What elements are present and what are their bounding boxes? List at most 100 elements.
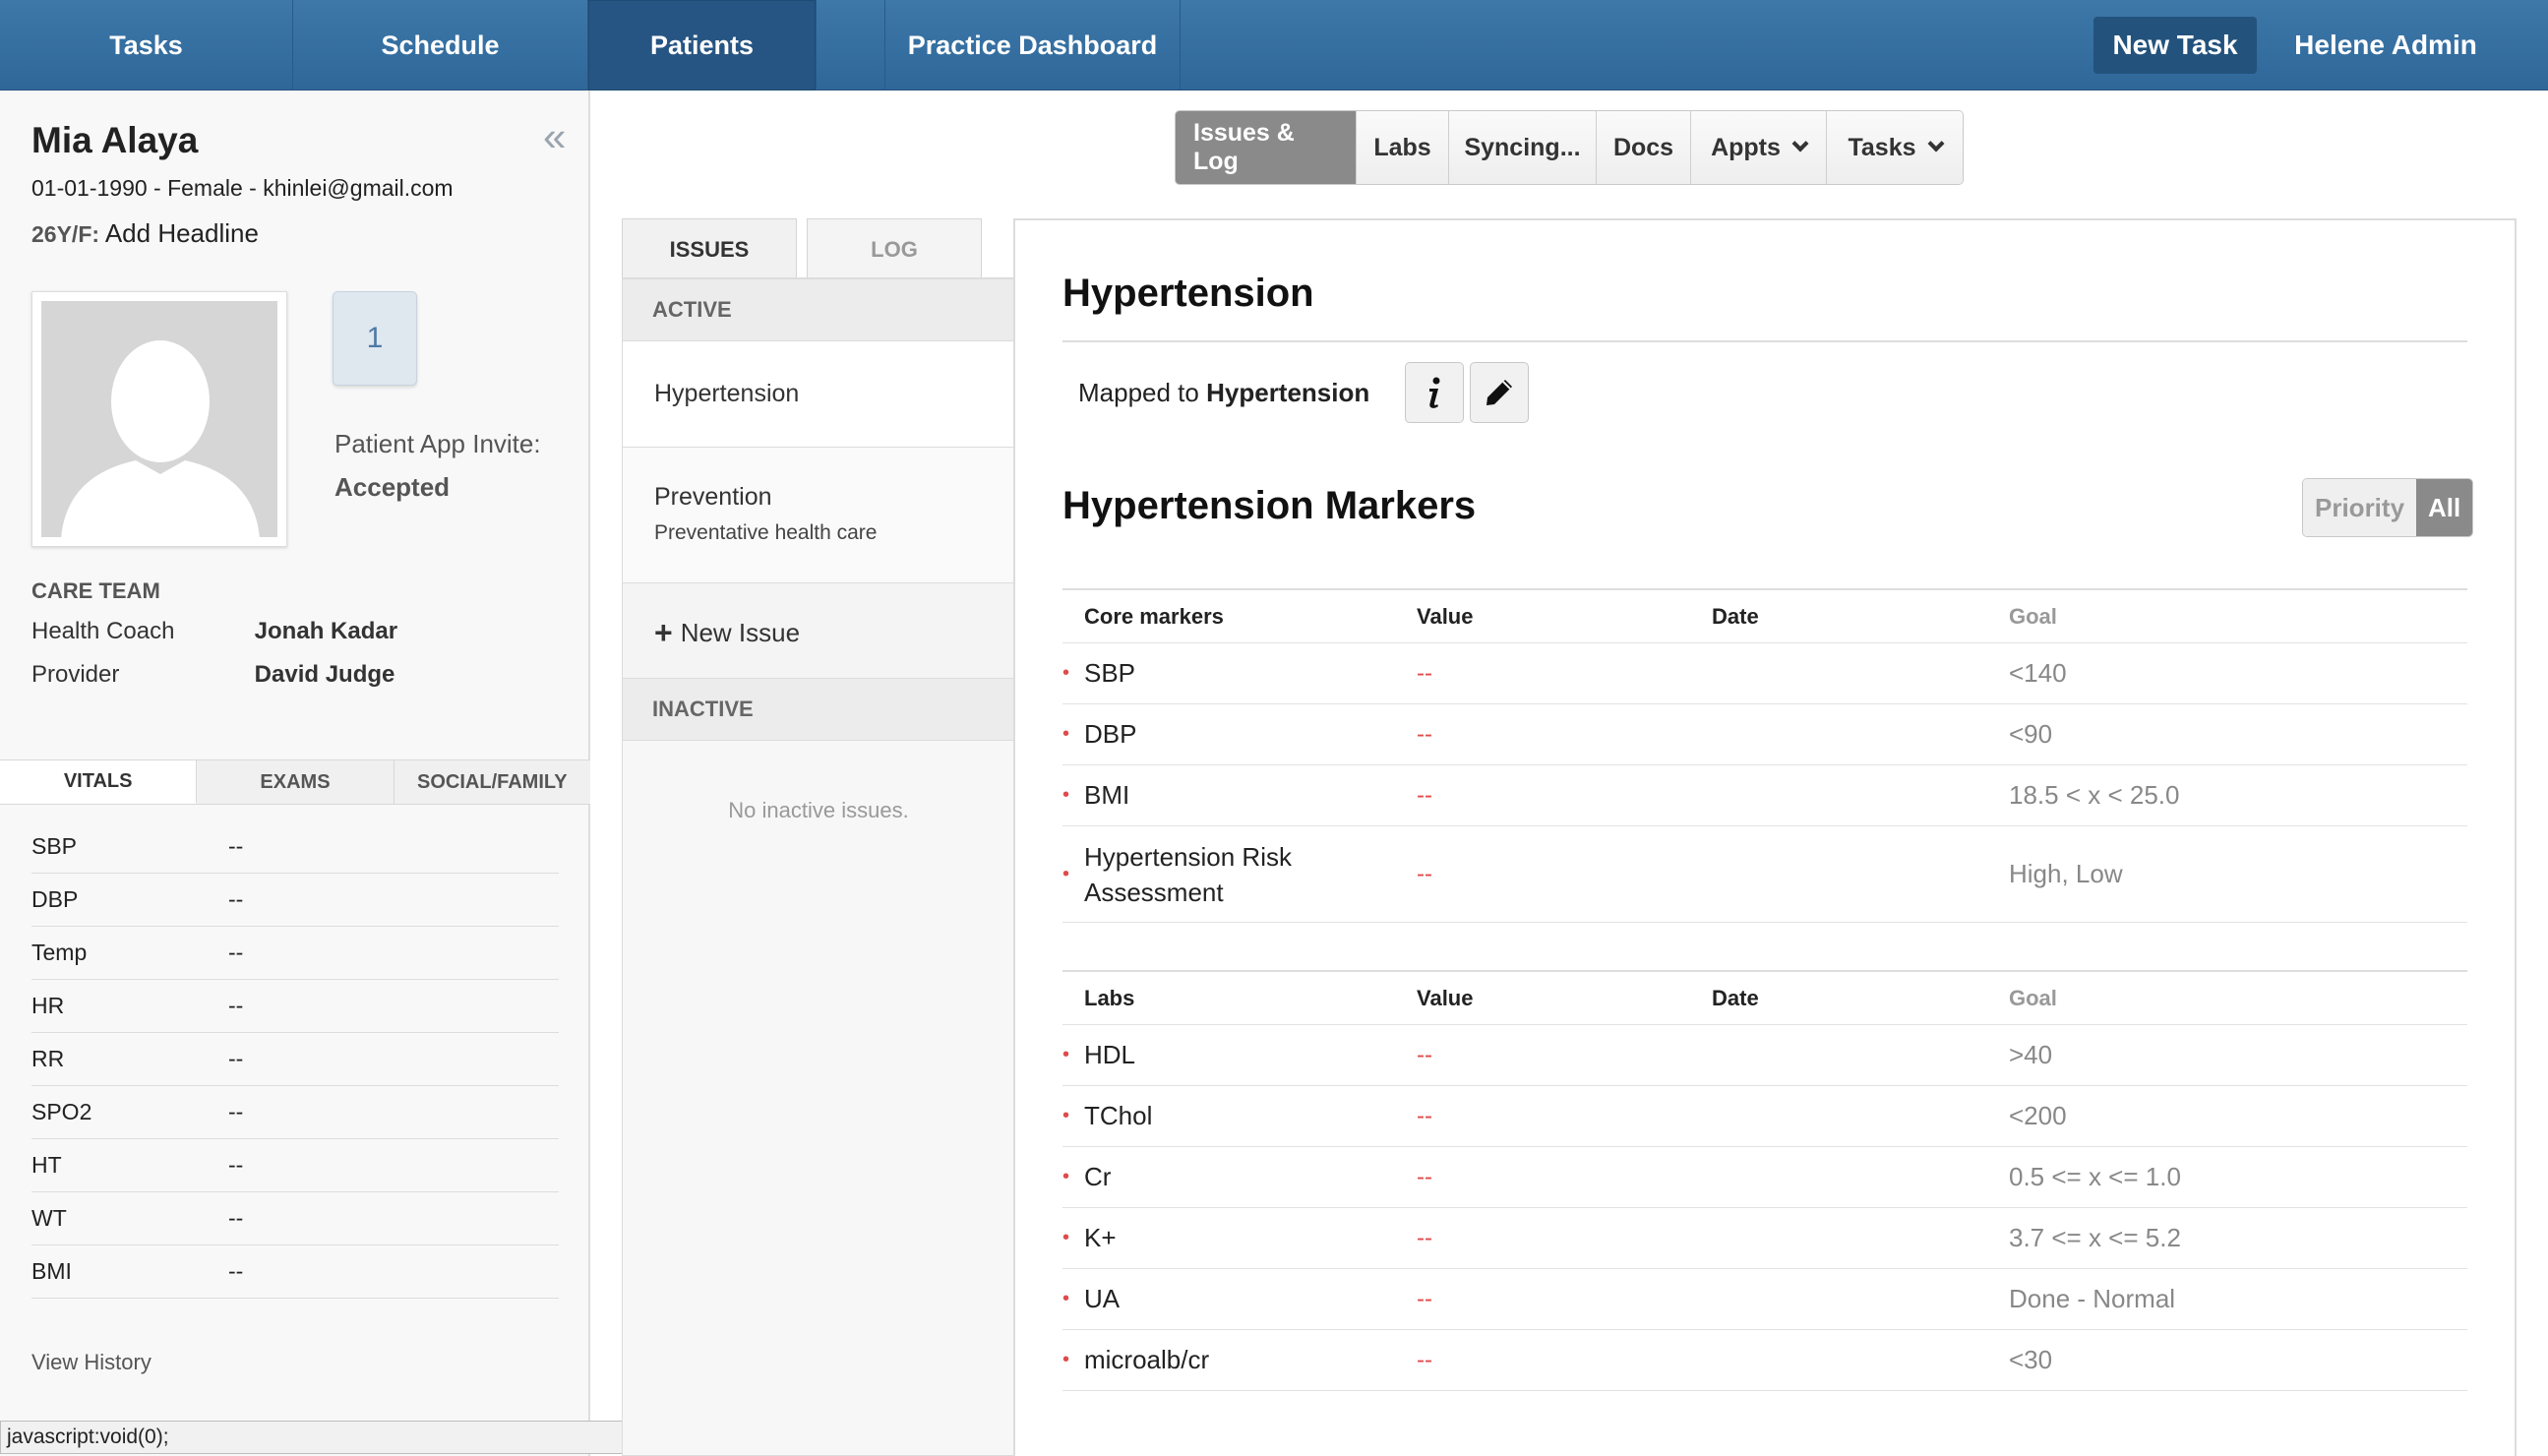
patient-name: Mia Alaya (31, 120, 199, 160)
nav-tab-practice-dashboard[interactable]: Practice Dashboard (885, 0, 1181, 91)
marker-value: -- (1417, 1041, 1432, 1068)
marker-value: -- (1417, 1224, 1432, 1251)
avatar-placeholder (41, 301, 277, 537)
tab-labs[interactable]: Labs (1357, 111, 1449, 184)
marker-value: -- (1417, 659, 1432, 687)
patient-sidebar: Mia Alaya « 01-01-1990 - Female - khinle… (0, 91, 590, 1456)
issue-detail-panel: Hypertension Mapped to Hypertension Hype… (1013, 218, 2517, 1456)
app-invite-label: Patient App Invite: (334, 429, 541, 458)
notification-count-badge[interactable]: 1 (333, 291, 417, 386)
marker-name: UA (1062, 1284, 1417, 1314)
marker-name: Hypertension Risk Assessment (1062, 839, 1308, 910)
vital-name: RR (31, 1046, 65, 1071)
app-invite-status: Accepted (334, 472, 451, 502)
new-issue-label: New Issue (680, 617, 801, 647)
marker-name: BMI (1062, 780, 1417, 811)
issue-item-hypertension[interactable]: Hypertension (623, 341, 1016, 448)
vitals-tab-bar: VITALS EXAMS SOCIAL/FAMILY (0, 759, 590, 805)
vital-row: WT -- (31, 1192, 559, 1245)
column-header: Core markers (1084, 603, 1224, 629)
nav-tab-patients[interactable]: Patients (588, 0, 817, 91)
marker-value: -- (1417, 1346, 1432, 1373)
marker-goal: 18.5 < x < 25.0 (2009, 780, 2180, 810)
nav-tab-schedule[interactable]: Schedule (293, 0, 588, 91)
table-row: K+ -- 3.7 <= x <= 5.2 (1062, 1208, 2467, 1269)
markers-title: Hypertension Markers (1062, 484, 1477, 527)
tab-syncing[interactable]: Syncing... (1449, 111, 1597, 184)
divider (1062, 340, 2467, 342)
plus-icon: + (654, 614, 673, 650)
new-issue-button[interactable]: + New Issue (623, 583, 1014, 682)
view-history-link[interactable]: View History (31, 1350, 152, 1375)
marker-name: SBP (1062, 658, 1417, 689)
tab-vitals[interactable]: VITALS (0, 760, 198, 804)
table-row: Hypertension Risk Assessment -- High, Lo… (1062, 826, 2467, 923)
marker-name: Cr (1062, 1162, 1417, 1192)
nav-spacer (817, 0, 885, 91)
labs-markers-table: Labs Value Date Goal HDL -- >40 TChol --… (1062, 970, 2467, 1391)
tab-issues[interactable]: ISSUES (622, 218, 797, 279)
vital-row: Temp -- (31, 927, 559, 980)
column-header: Labs (1084, 985, 1135, 1010)
table-row: TChol -- <200 (1062, 1086, 2467, 1147)
top-navigation-bar: Tasks Schedule Patients Practice Dashboa… (0, 0, 2548, 91)
issue-item-prevention[interactable]: Prevention Preventative health care (623, 448, 1016, 583)
care-member-name[interactable]: Jonah Kadar (255, 618, 397, 644)
filter-priority[interactable]: Priority (2303, 479, 2417, 536)
care-team-row: Provider David Judge (31, 661, 394, 689)
add-headline-link[interactable]: Add Headline (105, 218, 259, 248)
issue-log-tabs: ISSUES LOG (622, 218, 1015, 279)
vital-value: -- (228, 1205, 244, 1231)
tab-issues-log[interactable]: Issues & Log (1176, 111, 1357, 184)
marker-name: DBP (1062, 719, 1417, 750)
nav-tab-tasks[interactable]: Tasks (0, 0, 293, 91)
tab-social-family[interactable]: SOCIAL/FAMILY (394, 760, 590, 804)
mapped-to-text: Mapped to Hypertension (1078, 378, 1369, 408)
user-menu[interactable]: Helene Admin (2287, 0, 2484, 91)
marker-name: K+ (1062, 1223, 1417, 1253)
marker-goal: 3.7 <= x <= 5.2 (2009, 1223, 2181, 1252)
edit-button[interactable] (1470, 362, 1529, 423)
vital-value: -- (228, 1046, 244, 1071)
table-row: UA -- Done - Normal (1062, 1269, 2467, 1330)
marker-filter-toggle: Priority All (2302, 478, 2474, 537)
tab-log[interactable]: LOG (807, 218, 982, 279)
care-team-row: Health Coach Jonah Kadar (31, 618, 397, 645)
patient-headline: 26Y/F: Add Headline (31, 218, 259, 249)
vital-name: HT (31, 1152, 62, 1178)
column-header: Goal (2009, 985, 2057, 1010)
info-button[interactable] (1405, 362, 1464, 423)
vital-row: HT -- (31, 1139, 559, 1192)
core-markers-table: Core markers Value Date Goal SBP -- <140… (1062, 588, 2467, 923)
collapse-sidebar-icon[interactable]: « (543, 116, 566, 157)
vital-value: -- (228, 1099, 244, 1124)
vital-value: -- (228, 1152, 244, 1178)
new-task-button[interactable]: New Task (2093, 17, 2257, 74)
no-inactive-message: No inactive issues. (728, 798, 909, 822)
person-silhouette-icon (41, 301, 277, 537)
vital-name: SPO2 (31, 1099, 92, 1124)
marker-goal: <90 (2009, 719, 2053, 749)
care-role: Provider (31, 661, 120, 688)
table-row: BMI -- 18.5 < x < 25.0 (1062, 765, 2467, 826)
table-header: Core markers Value Date Goal (1062, 588, 2467, 643)
vital-name: DBP (31, 886, 79, 912)
vital-name: SBP (31, 833, 78, 859)
marker-value: -- (1417, 720, 1432, 748)
tab-tasks-dropdown[interactable]: Tasks (1827, 111, 1963, 184)
filter-all[interactable]: All (2416, 479, 2473, 536)
care-role: Health Coach (31, 618, 175, 644)
tab-exams[interactable]: EXAMS (197, 760, 394, 804)
vital-value: -- (228, 833, 244, 859)
tab-appts[interactable]: Appts (1691, 111, 1827, 184)
tab-docs[interactable]: Docs (1597, 111, 1691, 184)
inactive-issues-heading: INACTIVE (623, 678, 1014, 741)
issue-title: Hypertension (654, 380, 800, 407)
marker-goal: Done - Normal (2009, 1284, 2176, 1313)
patient-demographics: 01-01-1990 - Female - khinlei@gmail.com (31, 175, 454, 201)
care-member-name[interactable]: David Judge (255, 661, 395, 688)
chevron-down-icon (1927, 135, 1945, 152)
avatar[interactable] (31, 291, 287, 547)
vital-name: WT (31, 1205, 67, 1231)
column-header: Date (1712, 985, 1759, 1010)
